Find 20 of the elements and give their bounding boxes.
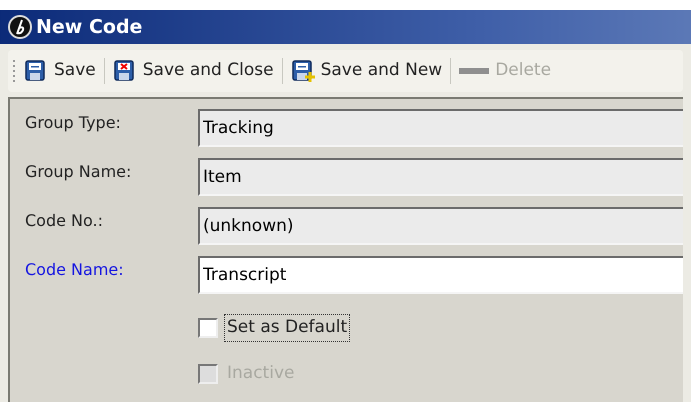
grip-icon (12, 59, 16, 83)
field-label: Code Name: (25, 259, 125, 281)
floppy-x-icon (112, 59, 137, 83)
text-field[interactable]: (unknown) (198, 207, 683, 245)
checkbox[interactable] (198, 318, 218, 338)
field-label: Code No.: (25, 210, 104, 232)
minus-bar-icon (459, 67, 490, 75)
window-title: New Code (36, 14, 142, 40)
floppy-icon (24, 59, 48, 83)
text-field[interactable]: Tracking (198, 109, 683, 147)
field-label: Group Type: (25, 112, 122, 134)
save-button[interactable]: Save (22, 55, 98, 87)
field-label: Group Name: (25, 161, 132, 183)
checkbox-label: Set as Default (224, 314, 350, 342)
floppy-plus-icon (290, 59, 315, 83)
text-field[interactable]: Item (198, 158, 683, 196)
text-field[interactable]: Transcript (198, 256, 683, 294)
logo-icon (8, 15, 32, 39)
save-button[interactable]: Save and New (288, 55, 444, 87)
save-button[interactable]: Save and Close (110, 55, 276, 87)
